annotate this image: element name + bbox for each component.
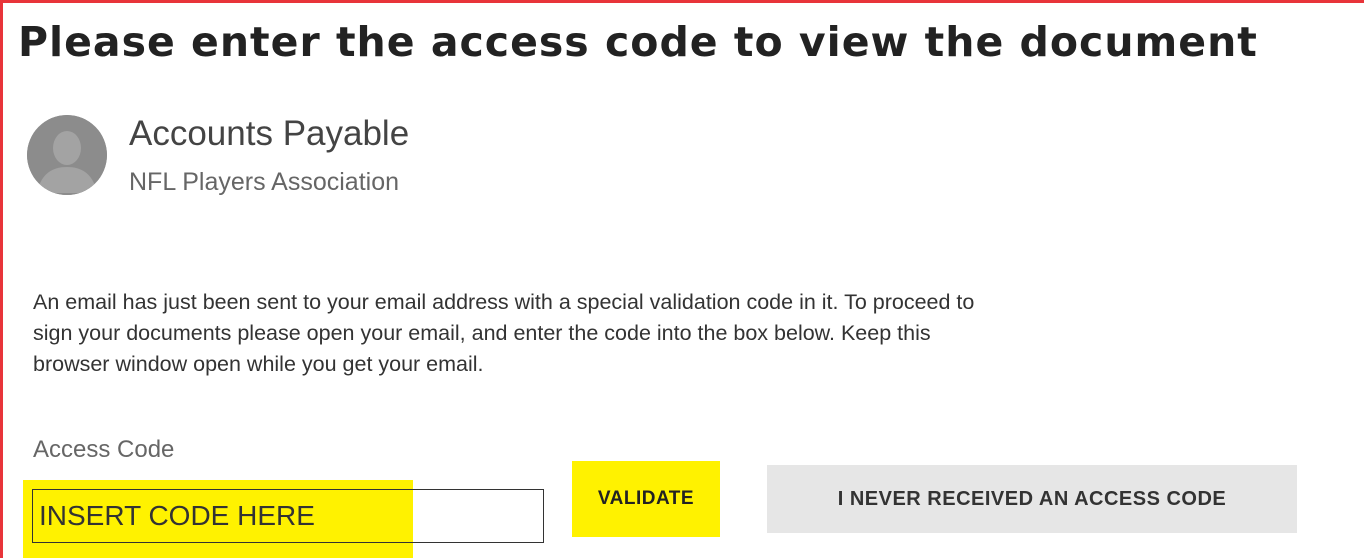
sender-name: Accounts Payable bbox=[129, 114, 410, 153]
user-silhouette-icon bbox=[27, 115, 107, 195]
message-line: browser window open while you get your e… bbox=[33, 352, 484, 376]
never-received-code-button[interactable]: I NEVER RECEIVED AN ACCESS CODE bbox=[767, 465, 1297, 533]
validate-button[interactable]: VALIDATE bbox=[572, 461, 720, 537]
sender-organization: NFL Players Association bbox=[129, 168, 400, 196]
message-line: An email has just been sent to your emai… bbox=[33, 290, 975, 314]
instruction-message: An email has just been sent to your emai… bbox=[33, 287, 1333, 380]
message-line: sign your documents please open your ema… bbox=[33, 321, 931, 345]
access-code-label: Access Code bbox=[33, 436, 175, 463]
page-title: Please enter the access code to view the… bbox=[18, 18, 1258, 66]
access-code-input[interactable] bbox=[32, 489, 544, 543]
